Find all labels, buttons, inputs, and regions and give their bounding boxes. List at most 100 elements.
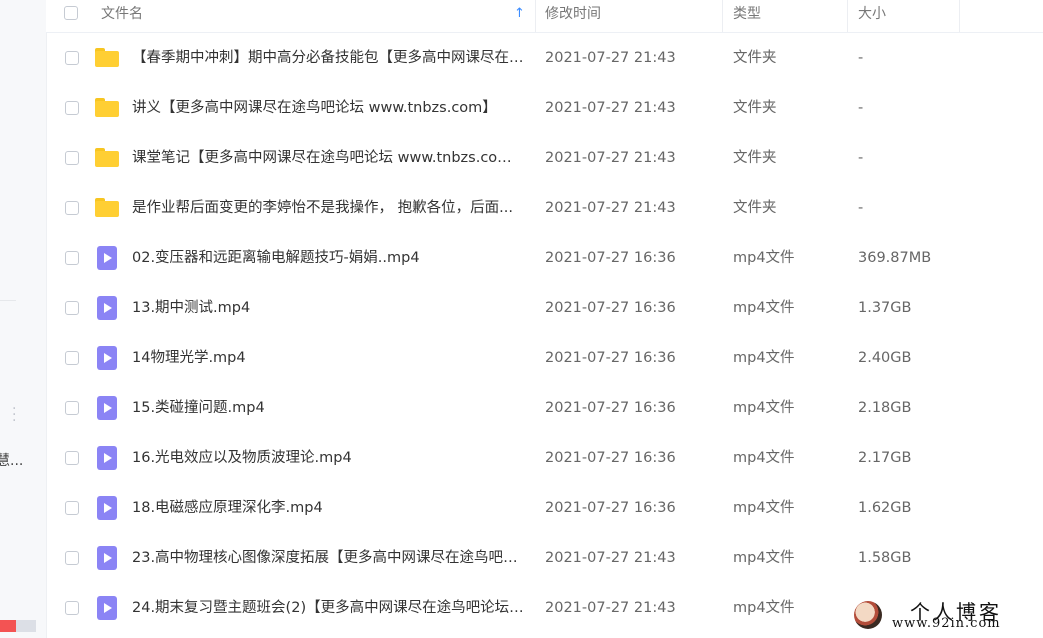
file-type: 文件夹 bbox=[733, 100, 777, 116]
file-name-link[interactable]: 13.期中测试.mp4 bbox=[132, 283, 524, 333]
modified-time: 2021-07-27 16:36 bbox=[545, 300, 676, 316]
row-checkbox[interactable] bbox=[65, 251, 79, 265]
more-vertical-icon[interactable]: · · · bbox=[12, 402, 16, 428]
file-row[interactable]: 15.类碰撞问题.mp4 2021-07-27 16:36 mp4文件 2.18GB bbox=[46, 383, 1043, 433]
file-type: mp4文件 bbox=[733, 550, 795, 566]
file-type: 文件夹 bbox=[733, 50, 777, 66]
video-icon bbox=[97, 546, 117, 570]
file-list-header: 文件名 ↑ 修改时间 类型 大小 bbox=[46, 0, 1043, 33]
row-checkbox[interactable] bbox=[65, 151, 79, 165]
column-divider[interactable] bbox=[535, 0, 536, 32]
row-checkbox[interactable] bbox=[65, 601, 79, 615]
file-type: 文件夹 bbox=[733, 200, 777, 216]
file-name-link[interactable]: 02.变压器和远距离输电解题技巧-娟娟..mp4 bbox=[132, 233, 524, 283]
folder-icon bbox=[95, 198, 119, 217]
file-type: 文件夹 bbox=[733, 150, 777, 166]
column-divider[interactable] bbox=[722, 0, 723, 32]
video-icon bbox=[97, 446, 117, 470]
modified-time: 2021-07-27 21:43 bbox=[545, 200, 676, 216]
folder-icon bbox=[95, 98, 119, 117]
file-size: 1.37GB bbox=[858, 300, 912, 316]
file-type: mp4文件 bbox=[733, 350, 795, 366]
file-size: 2.40GB bbox=[858, 350, 912, 366]
file-row[interactable]: 16.光电效应以及物质波理论.mp4 2021-07-27 16:36 mp4文件 2… bbox=[46, 433, 1043, 483]
file-row[interactable]: 23.高中物理核心图像深度拓展【更多高中网课尽在途鸟吧论坛 www.tnbzs.… bbox=[46, 533, 1043, 583]
file-row[interactable]: 14物理光学.mp4 2021-07-27 16:36 mp4文件 2.40GB bbox=[46, 333, 1043, 383]
file-type: mp4文件 bbox=[733, 250, 795, 266]
folder-icon bbox=[95, 148, 119, 167]
modified-time: 2021-07-27 16:36 bbox=[545, 400, 676, 416]
sidebar-truncated-label[interactable]: 慧... bbox=[0, 450, 23, 470]
row-checkbox[interactable] bbox=[65, 301, 79, 315]
modified-time: 2021-07-27 16:36 bbox=[545, 350, 676, 366]
file-size: - bbox=[858, 150, 864, 166]
file-name-link[interactable]: 16.光电效应以及物质波理论.mp4 bbox=[132, 433, 524, 483]
file-name-link[interactable]: 15.类碰撞问题.mp4 bbox=[132, 383, 524, 433]
column-header-name[interactable]: 文件名 bbox=[101, 0, 143, 32]
column-divider[interactable] bbox=[847, 0, 848, 32]
column-header-modified[interactable]: 修改时间 bbox=[545, 0, 601, 32]
modified-time: 2021-07-27 16:36 bbox=[545, 500, 676, 516]
file-size: 369.87MB bbox=[858, 250, 932, 266]
modified-time: 2021-07-27 21:43 bbox=[545, 550, 676, 566]
file-name-link[interactable]: 18.电磁感应原理深化李.mp4 bbox=[132, 483, 524, 533]
file-size: 2.18GB bbox=[858, 400, 912, 416]
watermark-url: www.92in.com bbox=[892, 616, 1001, 631]
row-checkbox[interactable] bbox=[65, 401, 79, 415]
file-row[interactable]: 课堂笔记【更多高中网课尽在途鸟吧论坛 www.tnbzs.com】 2021-07… bbox=[46, 133, 1043, 183]
storage-quota-bar bbox=[0, 620, 36, 632]
file-row[interactable]: 是作业帮后面变更的李婷怡不是我操作， 抱歉各位，后面... 2021-07-27 … bbox=[46, 183, 1043, 233]
column-header-size[interactable]: 大小 bbox=[858, 0, 886, 32]
row-checkbox[interactable] bbox=[65, 51, 79, 65]
folder-icon bbox=[95, 48, 119, 67]
modified-time: 2021-07-27 21:43 bbox=[545, 50, 676, 66]
avatar bbox=[854, 601, 882, 629]
file-name-link[interactable]: 14物理光学.mp4 bbox=[132, 333, 524, 383]
file-row[interactable]: 02.变压器和远距离输电解题技巧-娟娟..mp4 2021-07-27 16:36… bbox=[46, 233, 1043, 283]
row-checkbox[interactable] bbox=[65, 551, 79, 565]
video-icon bbox=[97, 596, 117, 620]
file-name-link[interactable]: 课堂笔记【更多高中网课尽在途鸟吧论坛 www.tnbzs.com】 bbox=[132, 133, 524, 183]
modified-time: 2021-07-27 21:43 bbox=[545, 600, 676, 616]
sidebar-divider bbox=[0, 300, 16, 301]
file-size: 2.17GB bbox=[858, 450, 912, 466]
file-size: 1.62GB bbox=[858, 500, 912, 516]
file-name-link[interactable]: 【春季期中冲刺】期中高分必备技能包【更多高中网课尽在途鸟吧论坛 www.tnbz… bbox=[132, 33, 524, 83]
column-divider[interactable] bbox=[959, 0, 960, 32]
file-size: - bbox=[858, 100, 864, 116]
modified-time: 2021-07-27 21:43 bbox=[545, 100, 676, 116]
file-name-link[interactable]: 23.高中物理核心图像深度拓展【更多高中网课尽在途鸟吧论坛 www.tnbzs.… bbox=[132, 533, 524, 583]
file-size: - bbox=[858, 200, 864, 216]
file-name-link[interactable]: 讲义【更多高中网课尽在途鸟吧论坛 www.tnbzs.com】 bbox=[132, 83, 524, 133]
file-row[interactable]: 【春季期中冲刺】期中高分必备技能包【更多高中网课尽在途鸟吧论坛 www.tnbz… bbox=[46, 33, 1043, 83]
file-type: mp4文件 bbox=[733, 300, 795, 316]
file-size: - bbox=[858, 50, 864, 66]
storage-quota-fill bbox=[0, 620, 16, 632]
video-icon bbox=[97, 346, 117, 370]
column-header-type[interactable]: 类型 bbox=[733, 0, 761, 32]
row-checkbox[interactable] bbox=[65, 351, 79, 365]
select-all-checkbox[interactable] bbox=[64, 6, 78, 20]
video-icon bbox=[97, 296, 117, 320]
left-sidebar: ··· 慧... bbox=[0, 0, 47, 638]
row-checkbox[interactable] bbox=[65, 201, 79, 215]
video-icon bbox=[97, 246, 117, 270]
row-checkbox[interactable] bbox=[65, 451, 79, 465]
file-type: mp4文件 bbox=[733, 400, 795, 416]
video-icon bbox=[97, 396, 117, 420]
file-row[interactable]: 讲义【更多高中网课尽在途鸟吧论坛 www.tnbzs.com】 2021-07-2… bbox=[46, 83, 1043, 133]
file-type: mp4文件 bbox=[733, 450, 795, 466]
modified-time: 2021-07-27 16:36 bbox=[545, 250, 676, 266]
file-name-link[interactable]: 是作业帮后面变更的李婷怡不是我操作， 抱歉各位，后面... bbox=[132, 183, 524, 233]
modified-time: 2021-07-27 21:43 bbox=[545, 150, 676, 166]
modified-time: 2021-07-27 16:36 bbox=[545, 450, 676, 466]
file-row[interactable]: 13.期中测试.mp4 2021-07-27 16:36 mp4文件 1.37GB bbox=[46, 283, 1043, 333]
video-icon bbox=[97, 496, 117, 520]
row-checkbox[interactable] bbox=[65, 501, 79, 515]
file-row[interactable]: 18.电磁感应原理深化李.mp4 2021-07-27 16:36 mp4文件 1.6… bbox=[46, 483, 1043, 533]
file-type: mp4文件 bbox=[733, 600, 795, 616]
file-type: mp4文件 bbox=[733, 500, 795, 516]
file-name-link[interactable]: 24.期末复习暨主题班会(2)【更多高中网课尽在途鸟吧论坛 www.tnbzs.… bbox=[132, 583, 524, 633]
arrow-up-icon[interactable]: ↑ bbox=[514, 6, 525, 21]
row-checkbox[interactable] bbox=[65, 101, 79, 115]
